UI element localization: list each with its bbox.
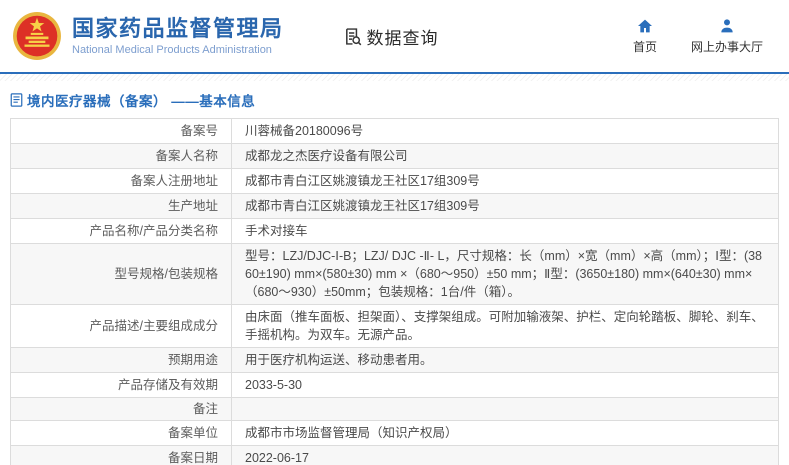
row-label: 备案号 — [11, 119, 232, 144]
header-right-nav: 首页 网上办事大厅 — [633, 18, 763, 55]
nav-data-query[interactable]: 数据查询 — [342, 24, 439, 49]
org-title-block: 国家药品监督管理局 National Medical Products Admi… — [72, 16, 284, 56]
row-label: 生产地址 — [11, 194, 232, 219]
table-row: 产品存储及有效期2033-5-30 — [11, 373, 779, 398]
row-value: 2022-06-17 — [232, 446, 779, 465]
page-icon — [10, 93, 23, 107]
person-icon — [719, 18, 735, 34]
nav-online-hall-label: 网上办事大厅 — [691, 38, 763, 55]
table-row: 备案人注册地址成都市青白江区姚渡镇龙王社区17组309号 — [11, 169, 779, 194]
row-value: 手术对接车 — [232, 219, 779, 244]
header: 国家药品监督管理局 National Medical Products Admi… — [0, 0, 789, 72]
row-value: 2033-5-30 — [232, 373, 779, 398]
nav-data-query-label: 数据查询 — [367, 24, 439, 49]
row-label: 备案人名称 — [11, 144, 232, 169]
row-label: 产品名称/产品分类名称 — [11, 219, 232, 244]
table-row: 生产地址成都市青白江区姚渡镇龙王社区17组309号 — [11, 194, 779, 219]
org-name-en: National Medical Products Administration — [72, 44, 284, 56]
nav-home-label: 首页 — [633, 38, 657, 55]
row-value: 成都市市场监督管理局（知识产权局） — [232, 421, 779, 446]
row-value: 用于医疗机构运送、移动患者用。 — [232, 348, 779, 373]
table-row: 备案单位成都市市场监督管理局（知识产权局） — [11, 421, 779, 446]
record-info-table: 备案号川蓉械备20180096号备案人名称成都龙之杰医疗设备有限公司备案人注册地… — [10, 118, 779, 465]
nav-online-hall[interactable]: 网上办事大厅 — [691, 18, 763, 55]
nav-home[interactable]: 首页 — [633, 18, 657, 55]
breadcrumb: 境内医疗器械（备案） ——基本信息 — [10, 90, 789, 110]
document-search-icon — [342, 26, 363, 47]
row-value: 型号：LZJ/DJC-Ⅰ-B；LZJ/ DJC -Ⅱ- L，尺寸规格：长（mm）… — [232, 244, 779, 305]
table-row: 预期用途用于医疗机构运送、移动患者用。 — [11, 348, 779, 373]
row-label: 预期用途 — [11, 348, 232, 373]
row-label: 备案单位 — [11, 421, 232, 446]
row-value — [232, 398, 779, 421]
page-title: 境内医疗器械（备案） ——基本信息 — [27, 90, 255, 110]
row-label: 备注 — [11, 398, 232, 421]
row-value: 成都市青白江区姚渡镇龙王社区17组309号 — [232, 194, 779, 219]
table-row: 备案号川蓉械备20180096号 — [11, 119, 779, 144]
row-label: 型号规格/包装规格 — [11, 244, 232, 305]
row-value: 成都龙之杰医疗设备有限公司 — [232, 144, 779, 169]
row-value: 川蓉械备20180096号 — [232, 119, 779, 144]
org-name-cn: 国家药品监督管理局 — [72, 16, 284, 42]
row-label: 备案人注册地址 — [11, 169, 232, 194]
info-table-body: 备案号川蓉械备20180096号备案人名称成都龙之杰医疗设备有限公司备案人注册地… — [11, 119, 779, 465]
row-value: 由床面（推车面板、担架面）、支撑架组成。可附加输液架、护栏、定向轮踏板、脚轮、刹… — [232, 305, 779, 348]
row-value: 成都市青白江区姚渡镇龙王社区17组309号 — [232, 169, 779, 194]
table-row: 备案日期2022-06-17 — [11, 446, 779, 465]
table-row: 型号规格/包装规格型号：LZJ/DJC-Ⅰ-B；LZJ/ DJC -Ⅱ- L，尺… — [11, 244, 779, 305]
row-label: 产品描述/主要组成成分 — [11, 305, 232, 348]
row-label: 备案日期 — [11, 446, 232, 465]
row-label: 产品存储及有效期 — [11, 373, 232, 398]
table-row: 产品描述/主要组成成分由床面（推车面板、担架面）、支撑架组成。可附加输液架、护栏… — [11, 305, 779, 348]
header-hatch-band — [0, 74, 789, 81]
table-row: 备案人名称成都龙之杰医疗设备有限公司 — [11, 144, 779, 169]
home-icon — [637, 18, 653, 34]
table-row: 备注 — [11, 398, 779, 421]
table-row: 产品名称/产品分类名称手术对接车 — [11, 219, 779, 244]
national-emblem-logo — [12, 11, 62, 61]
